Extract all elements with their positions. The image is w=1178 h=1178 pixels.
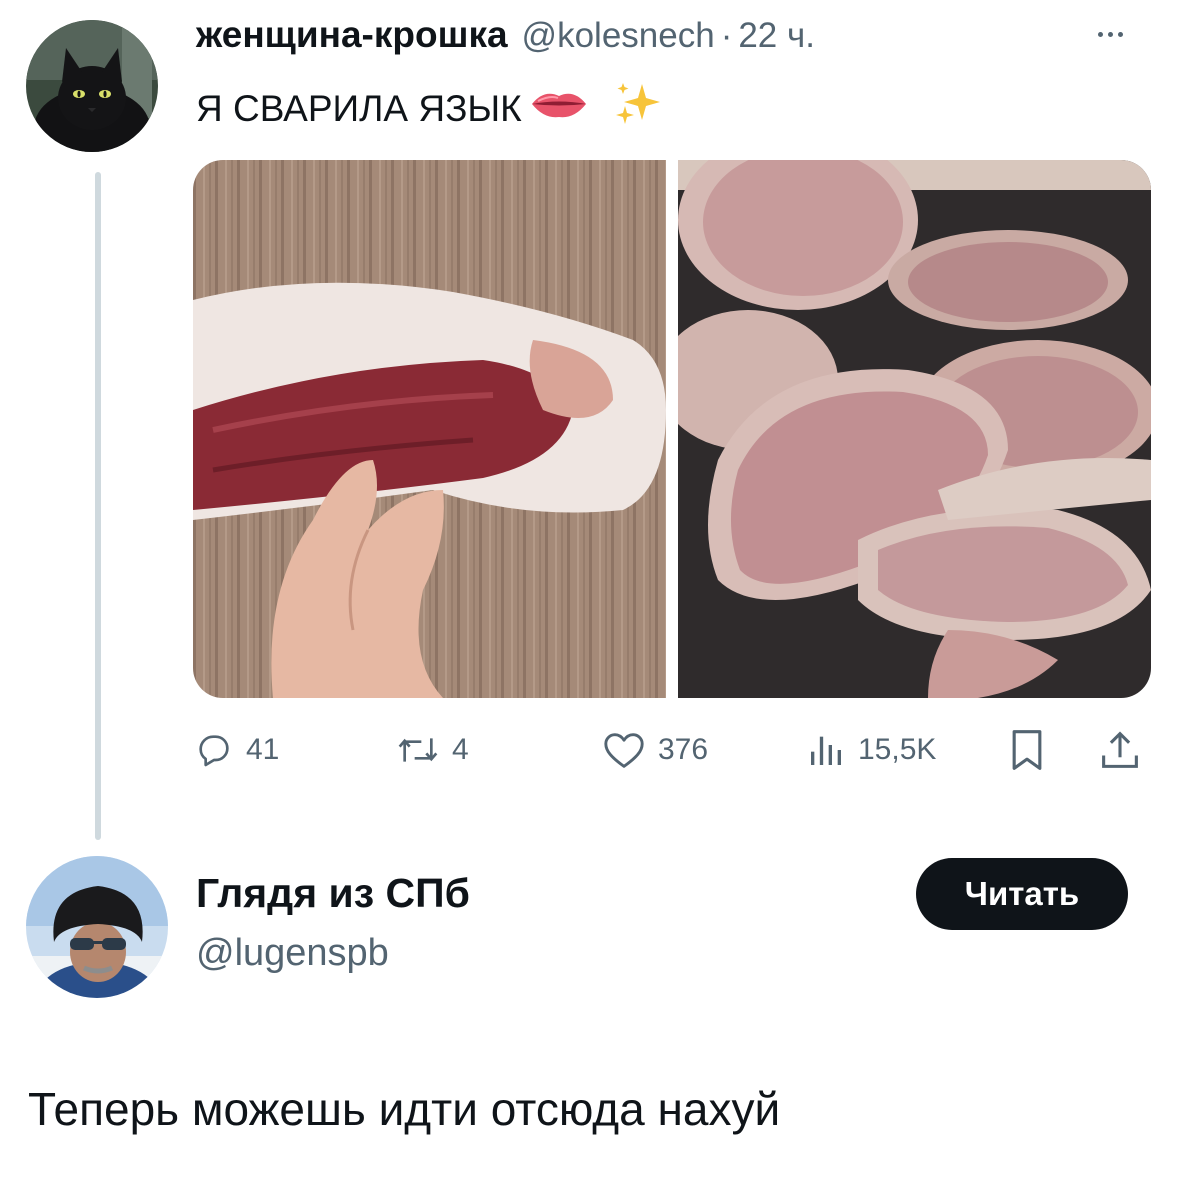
reply-count: 41 (246, 733, 280, 766)
share-button[interactable] (1100, 722, 1140, 778)
reply-button[interactable]: 41 (194, 722, 279, 778)
retweet-count: 4 (452, 733, 469, 766)
sliced-tongue-photo[interactable] (678, 160, 1151, 698)
tweet-text: Я СВАРИЛА ЯЗЫК (196, 80, 662, 137)
like-count: 376 (658, 733, 709, 766)
views-count: 15,5K (858, 733, 937, 766)
retweet-icon (398, 738, 438, 762)
profile-name[interactable]: Глядя из СПб (196, 870, 470, 917)
lips-emoji-icon (530, 87, 588, 130)
tweet-time[interactable]: 22 ч. (738, 16, 815, 56)
views-button[interactable]: 15,5K (806, 722, 936, 778)
dot-separator: · (720, 16, 733, 55)
profile-handle[interactable]: @lugenspb (196, 932, 389, 975)
tweet-media[interactable] (193, 160, 1151, 698)
bookmark-icon (1012, 730, 1042, 770)
tweet-actions: 41 4 376 15,5K (0, 722, 1178, 778)
reply-icon (199, 735, 229, 767)
author-handle[interactable]: @kolesnech (522, 16, 715, 56)
more-icon[interactable] (1098, 24, 1142, 44)
like-button[interactable]: 376 (602, 722, 708, 778)
tweet-header: женщина-крошка @kolesnech · 22 ч. (196, 14, 815, 70)
sparkles-emoji-icon (614, 80, 662, 137)
author-avatar[interactable] (26, 20, 158, 152)
retweet-button[interactable]: 4 (396, 722, 469, 778)
heart-icon (604, 733, 644, 768)
views-icon (811, 736, 841, 765)
follow-button[interactable]: Читать (916, 858, 1128, 930)
raw-tongue-photo[interactable] (193, 160, 666, 698)
share-icon (1102, 731, 1138, 768)
tweet-text-content: Я СВАРИЛА ЯЗЫК (196, 87, 522, 129)
reply-text: Теперь можешь идти отсюда нахуй (28, 1083, 781, 1135)
profile-avatar[interactable] (26, 856, 168, 998)
bookmark-button[interactable] (1008, 722, 1046, 778)
author-name[interactable]: женщина-крошка (196, 14, 508, 56)
